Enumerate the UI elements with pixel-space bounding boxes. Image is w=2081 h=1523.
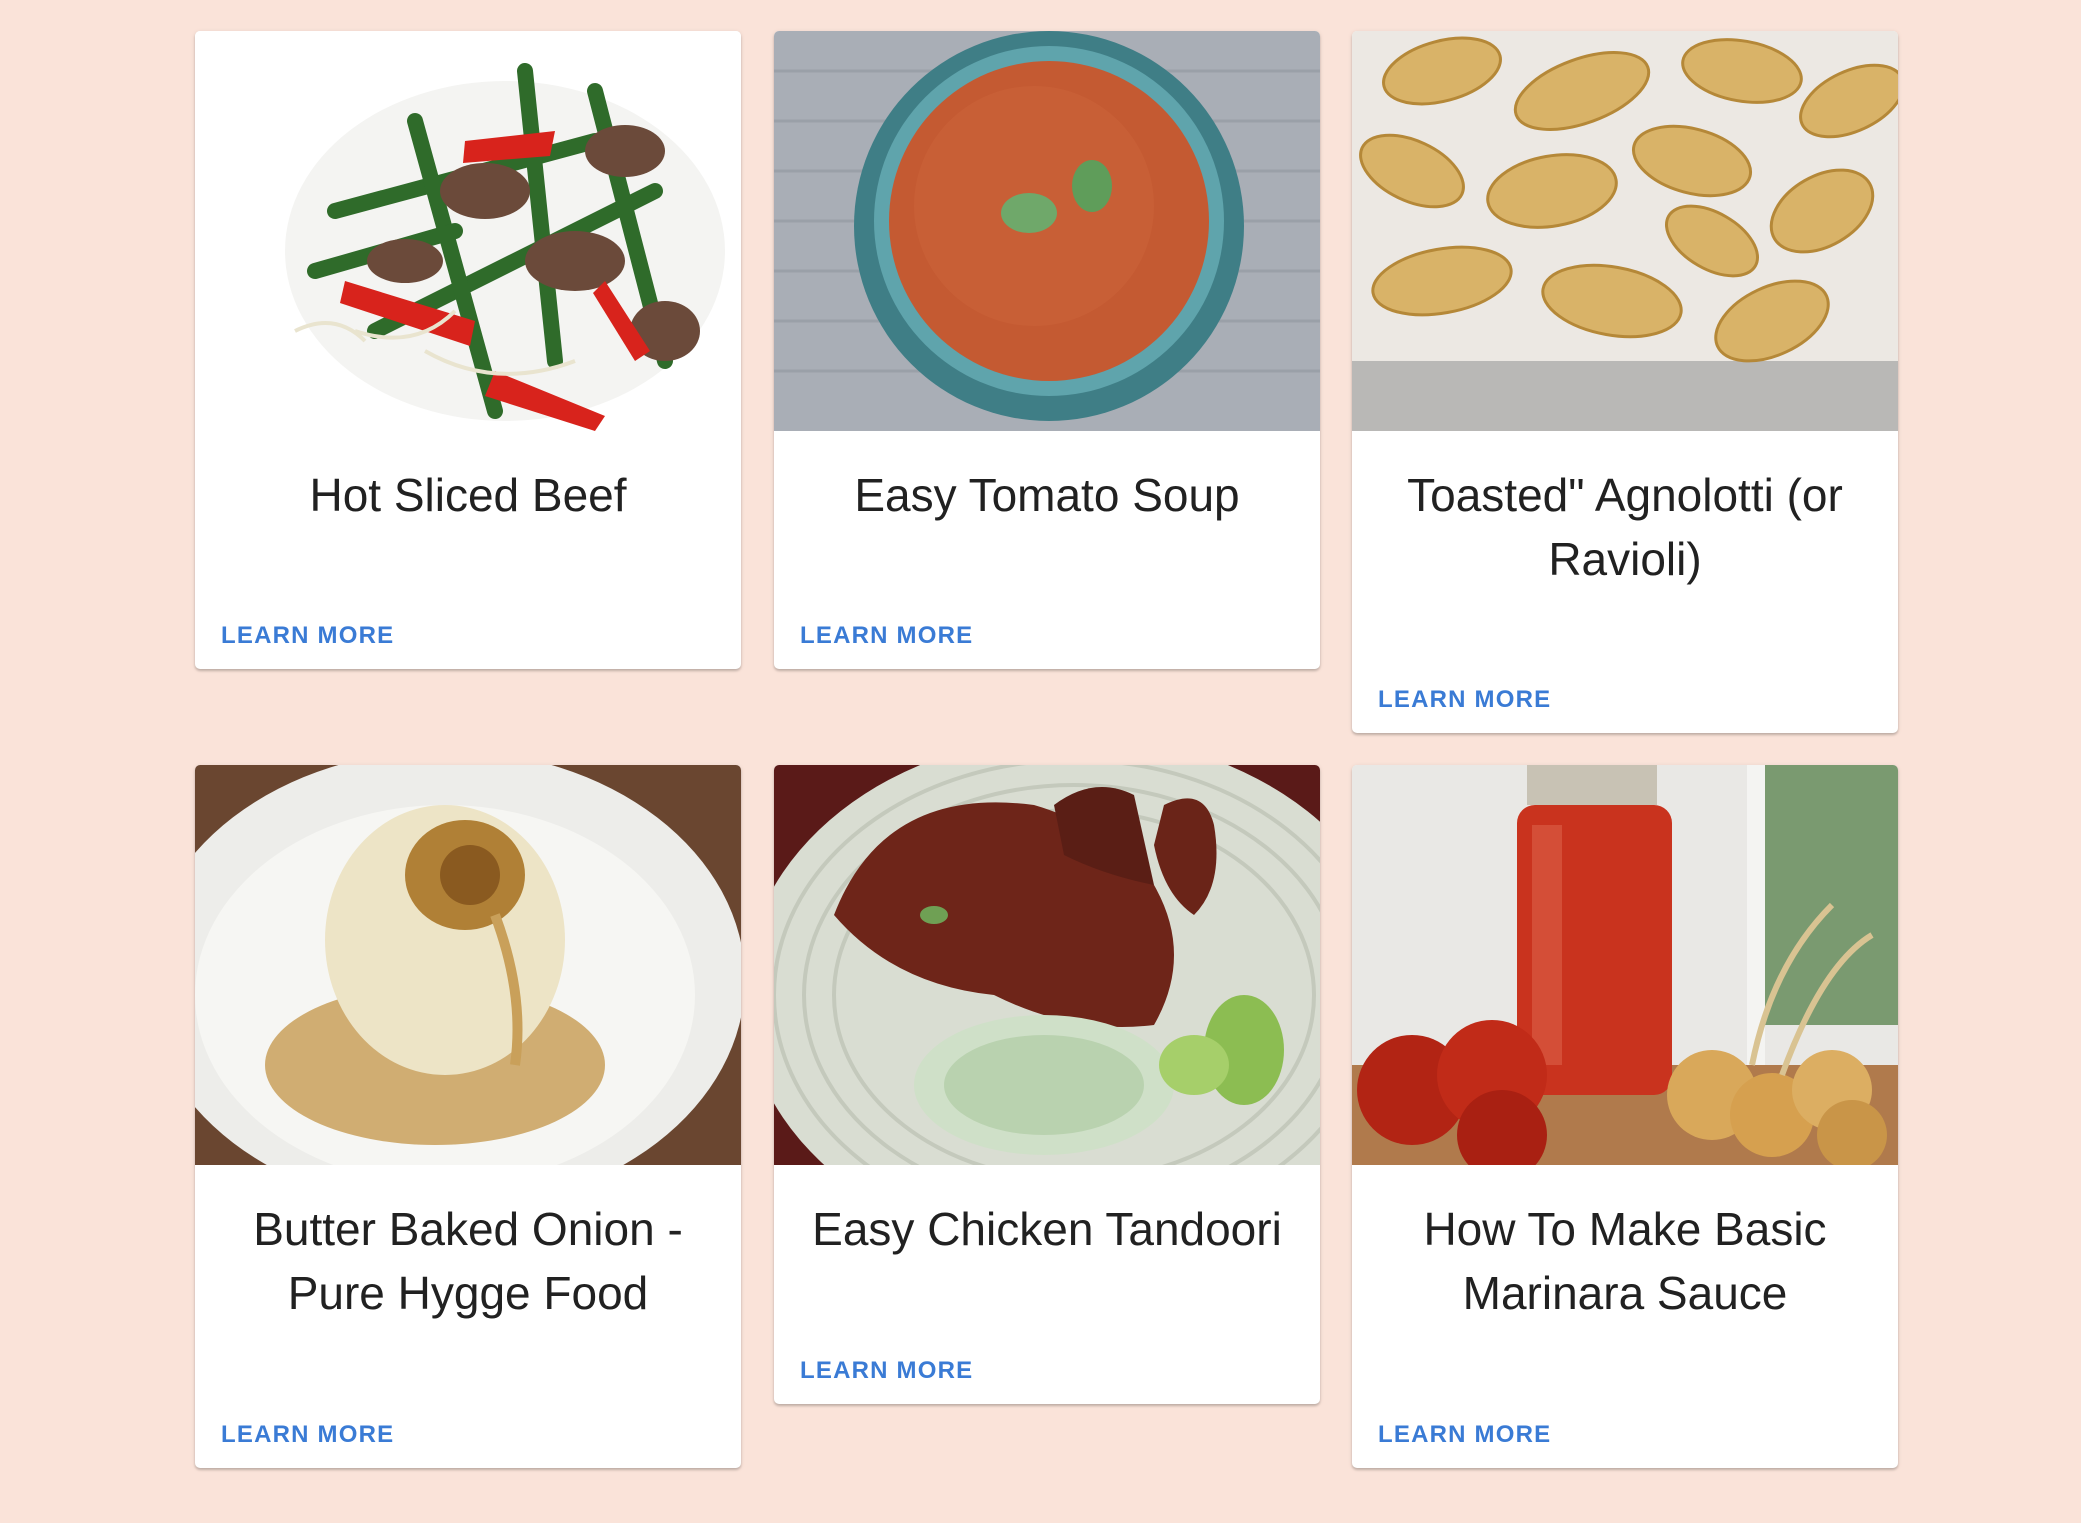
recipe-title: Toasted" Agnolotti (or Ravioli)	[1407, 469, 1843, 585]
recipe-card-hot-sliced-beef[interactable]: Hot Sliced Beef LEARN MORE	[195, 31, 741, 669]
recipe-card-toasted-agnolotti[interactable]: Toasted" Agnolotti (or Ravioli) LEARN MO…	[1352, 31, 1898, 733]
learn-more-button[interactable]: LEARN MORE	[221, 1421, 394, 1449]
recipe-card-butter-baked-onion[interactable]: Butter Baked Onion - Pure Hygge Food LEA…	[195, 765, 741, 1468]
recipe-title: Butter Baked Onion - Pure Hygge Food	[253, 1203, 683, 1319]
recipe-image-toasted-ravioli[interactable]	[1352, 31, 1898, 431]
recipe-image-chicken-tandoori[interactable]	[774, 765, 1320, 1165]
recipe-title: Hot Sliced Beef	[309, 469, 627, 521]
recipe-image-baked-onion[interactable]	[195, 765, 741, 1165]
recipe-card-easy-chicken-tandoori[interactable]: Easy Chicken Tandoori LEARN MORE	[774, 765, 1320, 1404]
recipe-title: Easy Chicken Tandoori	[812, 1203, 1282, 1255]
learn-more-button[interactable]: LEARN MORE	[1378, 686, 1551, 714]
recipe-grid: Hot Sliced Beef LEARN MORE Easy Tomato S…	[0, 0, 2081, 1523]
learn-more-button[interactable]: LEARN MORE	[800, 1357, 973, 1385]
learn-more-button[interactable]: LEARN MORE	[1378, 1421, 1551, 1449]
learn-more-button[interactable]: LEARN MORE	[800, 622, 973, 650]
recipe-card-easy-tomato-soup[interactable]: Easy Tomato Soup LEARN MORE	[774, 31, 1320, 669]
recipe-card-basic-marinara-sauce[interactable]: How To Make Basic Marinara Sauce LEARN M…	[1352, 765, 1898, 1468]
learn-more-button[interactable]: LEARN MORE	[221, 622, 394, 650]
recipe-image-marinara-jar[interactable]	[1352, 765, 1898, 1165]
recipe-image-stir-fry-beef[interactable]	[195, 31, 741, 431]
recipe-title: Easy Tomato Soup	[854, 469, 1240, 521]
recipe-image-tomato-soup[interactable]	[774, 31, 1320, 431]
recipe-title: How To Make Basic Marinara Sauce	[1423, 1203, 1827, 1319]
